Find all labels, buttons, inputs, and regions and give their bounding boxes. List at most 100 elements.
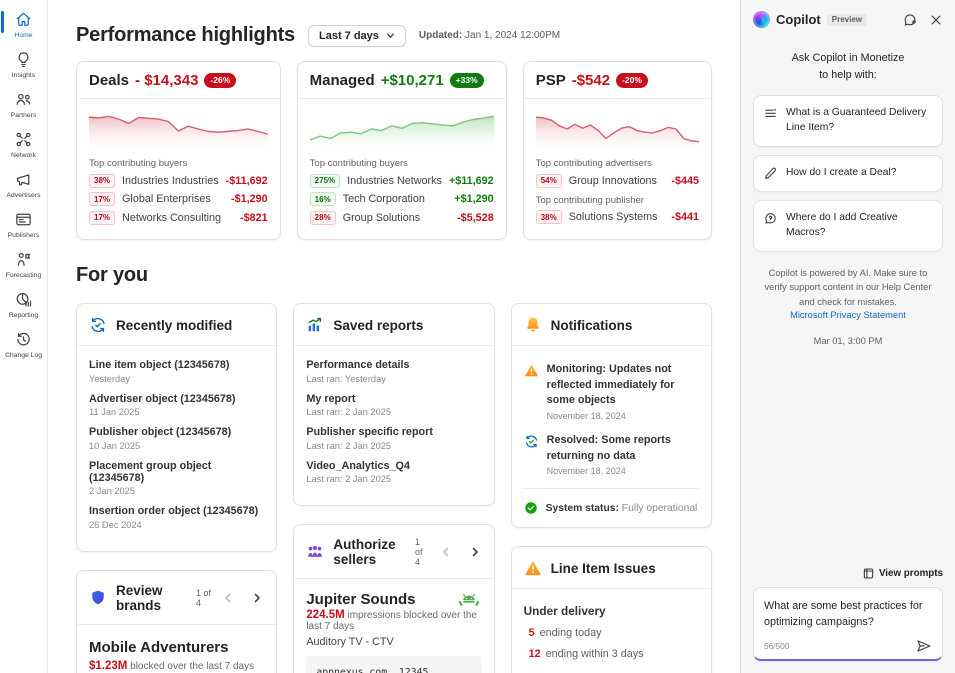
sidebar-item-reporting[interactable]: Reporting [0,285,48,325]
list-icon [764,107,777,120]
chevron-right-icon [470,547,480,557]
sidebar-item-forecasting[interactable]: Forecasting [0,245,48,285]
list-item[interactable]: Performance detailsLast ran: Yesterday [306,359,481,384]
blocked-amount-line: $1.23M blocked over the last 7 days [89,660,264,672]
contributor-row[interactable]: 28% Group Solutions -$5,528 [310,211,494,225]
card-title: Recently modified [116,318,232,333]
contributor-row[interactable]: 16% Tech Corporation +$1,290 [310,192,494,206]
divider [522,488,701,489]
copilot-chat-input[interactable]: What are some best practices for optimiz… [753,587,943,661]
pencil-icon [764,167,777,180]
privacy-statement-link[interactable]: Microsoft Privacy Statement [741,310,955,320]
contributor-name: Industries Networks [347,175,442,187]
issue-row[interactable]: 5ending today [529,627,699,639]
pct-badge: 38% [536,210,562,224]
recently-modified-card: Recently modified Line item object (1234… [76,303,277,552]
sidebar-item-label: Forecasting [6,272,42,279]
contributor-value: +$1,290 [454,193,493,205]
updated-timestamp: Updated: Jan 1, 2024 12:00PM [419,30,560,41]
char-count: 56/500 [764,641,789,651]
contributor-row[interactable]: 17% Networks Consulting -$821 [89,211,268,225]
shield-icon [89,589,107,607]
pct-badge: 54% [536,174,562,188]
copilot-suggestion[interactable]: How do I create a Deal? [753,155,943,192]
psp-sparkline [536,107,699,151]
send-button[interactable] [916,639,932,653]
chevron-down-icon [386,31,395,40]
change-badge: -26% [204,73,236,88]
notification-item[interactable]: Resolved: Some reports returning no data… [524,433,699,476]
contributor-row[interactable]: 38% Solutions Systems -$441 [536,210,699,224]
prev-page-button[interactable] [221,593,235,603]
contributor-value: -$11,692 [226,175,268,187]
new-chat-icon[interactable] [903,13,917,27]
copilot-suggestion[interactable]: Where do I add Creative Macros? [753,200,943,252]
list-item[interactable]: Insertion order object (12345678)26 Dec … [89,505,264,530]
sellers-people-icon [306,543,324,561]
sidebar-item-network[interactable]: Network [0,125,48,165]
sidebar-item-home[interactable]: Home [0,5,48,45]
contributor-row[interactable]: 275% Industries Networks +$11,692 [310,174,494,188]
chevron-right-icon [252,593,262,603]
pct-badge: 17% [89,211,115,225]
contrib-label: Top contributing publisher [536,195,699,206]
ads-txt-code[interactable]: appnexus.com, 12345, DIRECT, a1ab23cb456… [306,656,481,673]
prompt-guide-icon [863,568,874,579]
sync-check-icon [89,316,107,334]
prev-page-button[interactable] [439,547,453,557]
deals-sparkline [89,107,268,151]
issue-section-title: Under delivery [524,604,699,618]
contributor-value: -$441 [671,211,699,223]
sidebar-item-label: Partners [11,112,37,119]
question-bubble-icon [764,212,777,225]
close-icon[interactable] [929,13,943,27]
list-item[interactable]: Publisher specific reportLast ran: 2 Jan… [306,426,481,451]
sidebar-item-insights[interactable]: Insights [0,45,48,85]
view-prompts-button[interactable]: View prompts [753,568,943,579]
list-item[interactable]: Video_Analytics_Q4Last ran: 2 Jan 2025 [306,460,481,485]
date-range-dropdown[interactable]: Last 7 days [308,25,406,47]
contributor-name: Group Solutions [343,212,450,224]
card-title: Line Item Issues [551,561,656,576]
card-value: - $14,343 [135,72,198,89]
contributor-row[interactable]: 38% Industries Industries -$11,692 [89,174,268,188]
seller-name: Jupiter Sounds [306,591,415,608]
sidebar-item-label: Publishers [8,232,40,239]
contributor-name: Tech Corporation [343,193,448,205]
sidebar-item-change-log[interactable]: Change Log [0,325,48,365]
list-item[interactable]: Advertiser object (12345678)11 Jan 2025 [89,393,264,418]
chat-input-value: What are some best practices for optimiz… [764,598,932,630]
sidebar-item-label: Change Log [5,352,42,359]
sidebar-item-partners[interactable]: Partners [0,85,48,125]
pagination-label: 1 of 4 [196,588,212,608]
managed-sparkline [310,107,494,151]
sidebar-item-label: Home [14,32,32,39]
perf-card-deals[interactable]: Deals - $14,343 -26% Top contributing bu… [76,61,281,240]
next-page-button[interactable] [250,593,264,603]
contributor-row[interactable]: 54% Group Innovations -$445 [536,174,699,188]
contributor-row[interactable]: 17% Global Enterprises -$1,290 [89,192,268,206]
list-item[interactable]: My reportLast ran: 2 Jan 2025 [306,393,481,418]
list-item[interactable]: Publisher object (12345678)10 Jan 2025 [89,426,264,451]
issue-row[interactable]: 12ending within 3 days [529,648,699,660]
sidebar-item-advertisers[interactable]: Advertisers [0,165,48,205]
card-title: Review brands [116,583,185,613]
perf-card-psp[interactable]: PSP -$542 -20% Top contributing advertis… [523,61,712,240]
copilot-suggestion[interactable]: What is a Guaranteed Delivery Line Item? [753,95,943,147]
sidebar-item-publishers[interactable]: Publishers [0,205,48,245]
list-item[interactable]: Line item object (12345678)Yesterday [89,359,264,384]
page-title: Performance highlights [76,24,295,47]
perf-card-managed[interactable]: Managed +$10,271 +33% Top contributing b… [297,61,507,240]
contributor-name: Global Enterprises [122,193,224,205]
saved-reports-card: Saved reports Performance detailsLast ra… [293,303,494,506]
browser-window-icon [14,210,33,229]
list-item[interactable]: Placement group object (12345678)2 Jan 2… [89,460,264,497]
next-page-button[interactable] [468,547,482,557]
sidebar-item-label: Insights [12,72,35,79]
notification-item[interactable]: Monitoring: Updates not reflected immedi… [524,362,699,421]
chat-timestamp: Mar 01, 3:00 PM [741,336,955,346]
chevron-left-icon [441,547,451,557]
chevron-left-icon [223,593,233,603]
copilot-title: Copilot [776,12,821,27]
home-icon [14,10,33,29]
